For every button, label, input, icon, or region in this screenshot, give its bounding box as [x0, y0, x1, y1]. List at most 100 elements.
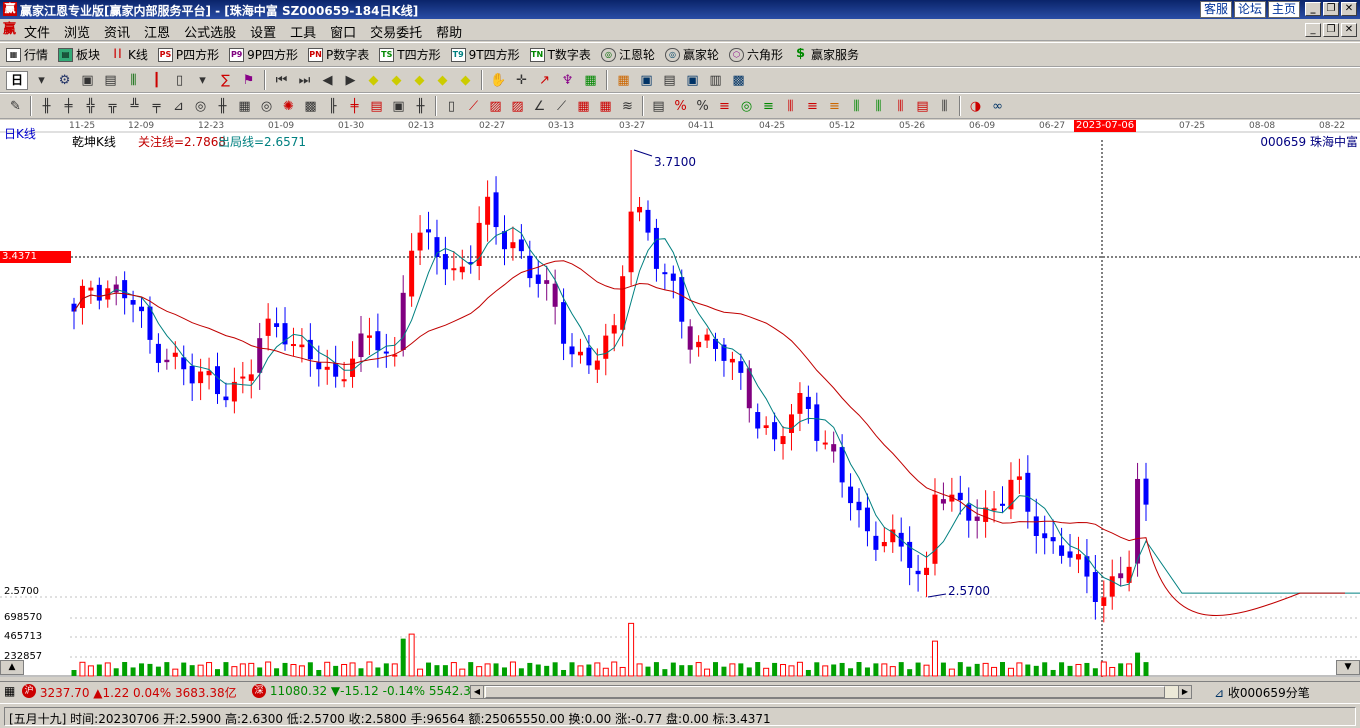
- menu-browse[interactable]: 浏览: [64, 22, 90, 41]
- draw-tool-34-icon[interactable]: ⫼: [781, 97, 800, 116]
- notes-icon[interactable]: ▤: [101, 71, 120, 90]
- pen-icon[interactable]: ✎: [6, 97, 25, 116]
- draw-tool-36-icon[interactable]: ≡: [825, 97, 844, 116]
- draw-tool-10-icon[interactable]: ▦: [235, 97, 254, 116]
- scroll-up-icon[interactable]: ▲: [0, 660, 24, 675]
- winner-wheel-button[interactable]: ◎ 赢家轮: [664, 46, 719, 63]
- scroll-thumb[interactable]: [485, 686, 1165, 698]
- draw-tool-4-icon[interactable]: ╦: [103, 97, 122, 116]
- calc-icon[interactable]: ▤: [660, 71, 679, 90]
- draw-tool-8-icon[interactable]: ◎: [191, 97, 210, 116]
- draw-tool-22-icon[interactable]: ▨: [508, 97, 527, 116]
- p-number-table-button[interactable]: PN P数字表: [308, 46, 369, 63]
- formula-icon[interactable]: ∑: [216, 71, 235, 90]
- draw-tool-26-icon[interactable]: ▦: [596, 97, 615, 116]
- draw-tool-12-icon[interactable]: ✺: [279, 97, 298, 116]
- menu-settings[interactable]: 设置: [250, 22, 276, 41]
- palette-icon[interactable]: ◑: [966, 97, 985, 116]
- draw-tool-35-icon[interactable]: ≡: [803, 97, 822, 116]
- diamond-1-icon[interactable]: ◆: [364, 71, 383, 90]
- draw-tool-28-icon[interactable]: ▤: [649, 97, 668, 116]
- draw-tool-33-icon[interactable]: ≡: [759, 97, 778, 116]
- truck-icon[interactable]: ▩: [729, 71, 748, 90]
- save-icon[interactable]: ▣: [683, 71, 702, 90]
- dropdown-arrow-2-icon[interactable]: ▾: [193, 71, 212, 90]
- draw-tool-21-icon[interactable]: ▨: [486, 97, 505, 116]
- restore-button[interactable]: ❐: [1323, 2, 1339, 16]
- percent-icon[interactable]: %: [693, 97, 712, 116]
- draw-tool-17-icon[interactable]: ▣: [389, 97, 408, 116]
- right-icon[interactable]: ▶: [341, 71, 360, 90]
- infinity-icon[interactable]: ∞: [988, 97, 1007, 116]
- p9-square-button[interactable]: P9 9P四方形: [229, 46, 298, 63]
- diamond-2-icon[interactable]: ◆: [387, 71, 406, 90]
- draw-tool-37-icon[interactable]: ⫼: [847, 97, 866, 116]
- draw-tool-32-icon[interactable]: ◎: [737, 97, 756, 116]
- left-icon[interactable]: ◀: [318, 71, 337, 90]
- draw-tool-41-icon[interactable]: ⫼: [935, 97, 954, 116]
- menu-gann[interactable]: 江恩: [144, 22, 170, 41]
- draw-tool-1-icon[interactable]: ╫: [37, 97, 56, 116]
- mdi-close-button[interactable]: ✕: [1341, 23, 1357, 37]
- print-icon[interactable]: ▥: [706, 71, 725, 90]
- quotes-button[interactable]: ▦ 行情: [6, 46, 48, 63]
- flag-icon[interactable]: ⚑: [239, 71, 258, 90]
- menu-news[interactable]: 资讯: [104, 22, 130, 41]
- horizontal-scrollbar[interactable]: ◀ ▶: [470, 685, 1192, 699]
- draw-tool-31-icon[interactable]: ≡: [715, 97, 734, 116]
- draw-tool-29-icon[interactable]: %: [671, 97, 690, 116]
- minimize-button[interactable]: _: [1305, 2, 1321, 16]
- screen-icon[interactable]: ▣: [637, 71, 656, 90]
- sh-index[interactable]: 沪 3237.70 ▲1.22 0.04% 3683.38亿: [22, 684, 237, 701]
- draw-tool-24-icon[interactable]: ⟋: [552, 97, 571, 116]
- draw-tool-11-icon[interactable]: ◎: [257, 97, 276, 116]
- diamond-3-icon[interactable]: ◆: [410, 71, 429, 90]
- grid-icon[interactable]: ▦: [581, 71, 600, 90]
- menu-tools[interactable]: 工具: [290, 22, 316, 41]
- draw-tool-14-icon[interactable]: ╟: [323, 97, 342, 116]
- draw-tool-3-icon[interactable]: ╬: [81, 97, 100, 116]
- bar-chart-icon[interactable]: ⫼: [124, 71, 143, 90]
- tick-detail-link[interactable]: ⊿ 收000659分笔: [1214, 684, 1310, 701]
- t-number-table-button[interactable]: TN T数字表: [529, 46, 591, 63]
- draw-tool-13-icon[interactable]: ▩: [301, 97, 320, 116]
- hand-icon[interactable]: ✋: [489, 71, 508, 90]
- sz-index[interactable]: 深 11080.32 ▼-15.12 -0.14% 5542.3: [252, 684, 471, 698]
- draw-tool-5-icon[interactable]: ╩: [125, 97, 144, 116]
- service-link[interactable]: 客服: [1199, 1, 1232, 18]
- draw-tool-7-icon[interactable]: ⊿: [169, 97, 188, 116]
- draw-tool-27-icon[interactable]: ≋: [618, 97, 637, 116]
- trend-icon[interactable]: ↗: [535, 71, 554, 90]
- kline-button[interactable]: ┃┃ K线: [110, 46, 148, 63]
- hexagon-button[interactable]: ⬡ 六角形: [728, 46, 783, 63]
- calculator-icon[interactable]: ▣: [78, 71, 97, 90]
- gear-icon[interactable]: ⚙: [55, 71, 74, 90]
- draw-tool-23-icon[interactable]: ∠: [530, 97, 549, 116]
- menu-help[interactable]: 帮助: [436, 22, 462, 41]
- draw-tool-15-icon[interactable]: ╪: [345, 97, 364, 116]
- candle-red-icon[interactable]: ┃: [147, 71, 166, 90]
- diamond-4-icon[interactable]: ◆: [433, 71, 452, 90]
- mdi-restore-button[interactable]: ❐: [1323, 23, 1339, 37]
- t-square-button[interactable]: TS T四方形: [379, 46, 441, 63]
- candle-single-icon[interactable]: ▯: [170, 71, 189, 90]
- draw-tool-16-icon[interactable]: ▤: [367, 97, 386, 116]
- mdi-minimize-button[interactable]: _: [1305, 23, 1321, 37]
- pattern-icon[interactable]: ♆: [558, 71, 577, 90]
- draw-tool-40-icon[interactable]: ▤: [913, 97, 932, 116]
- sectors-button[interactable]: ▤ 板块: [58, 46, 100, 63]
- draw-tool-25-icon[interactable]: ▦: [574, 97, 593, 116]
- period-selector[interactable]: 日: [6, 70, 29, 90]
- draw-tool-18-icon[interactable]: ╫: [411, 97, 430, 116]
- kline-chart[interactable]: 日K线 乾坤K线 关注线=2.7868 出局线=2.6571 000659 珠海…: [0, 120, 1360, 677]
- draw-tool-9-icon[interactable]: ╫: [213, 97, 232, 116]
- draw-tool-38-icon[interactable]: ⫼: [869, 97, 888, 116]
- menu-formula[interactable]: 公式选股: [184, 22, 236, 41]
- calendar-icon[interactable]: ▦: [614, 71, 633, 90]
- table-view-icon[interactable]: ▦: [4, 684, 15, 698]
- forum-link[interactable]: 论坛: [1233, 1, 1266, 18]
- diamond-5-icon[interactable]: ◆: [456, 71, 475, 90]
- draw-tool-39-icon[interactable]: ⫼: [891, 97, 910, 116]
- menu-window[interactable]: 窗口: [330, 22, 356, 41]
- draw-tool-2-icon[interactable]: ╪: [59, 97, 78, 116]
